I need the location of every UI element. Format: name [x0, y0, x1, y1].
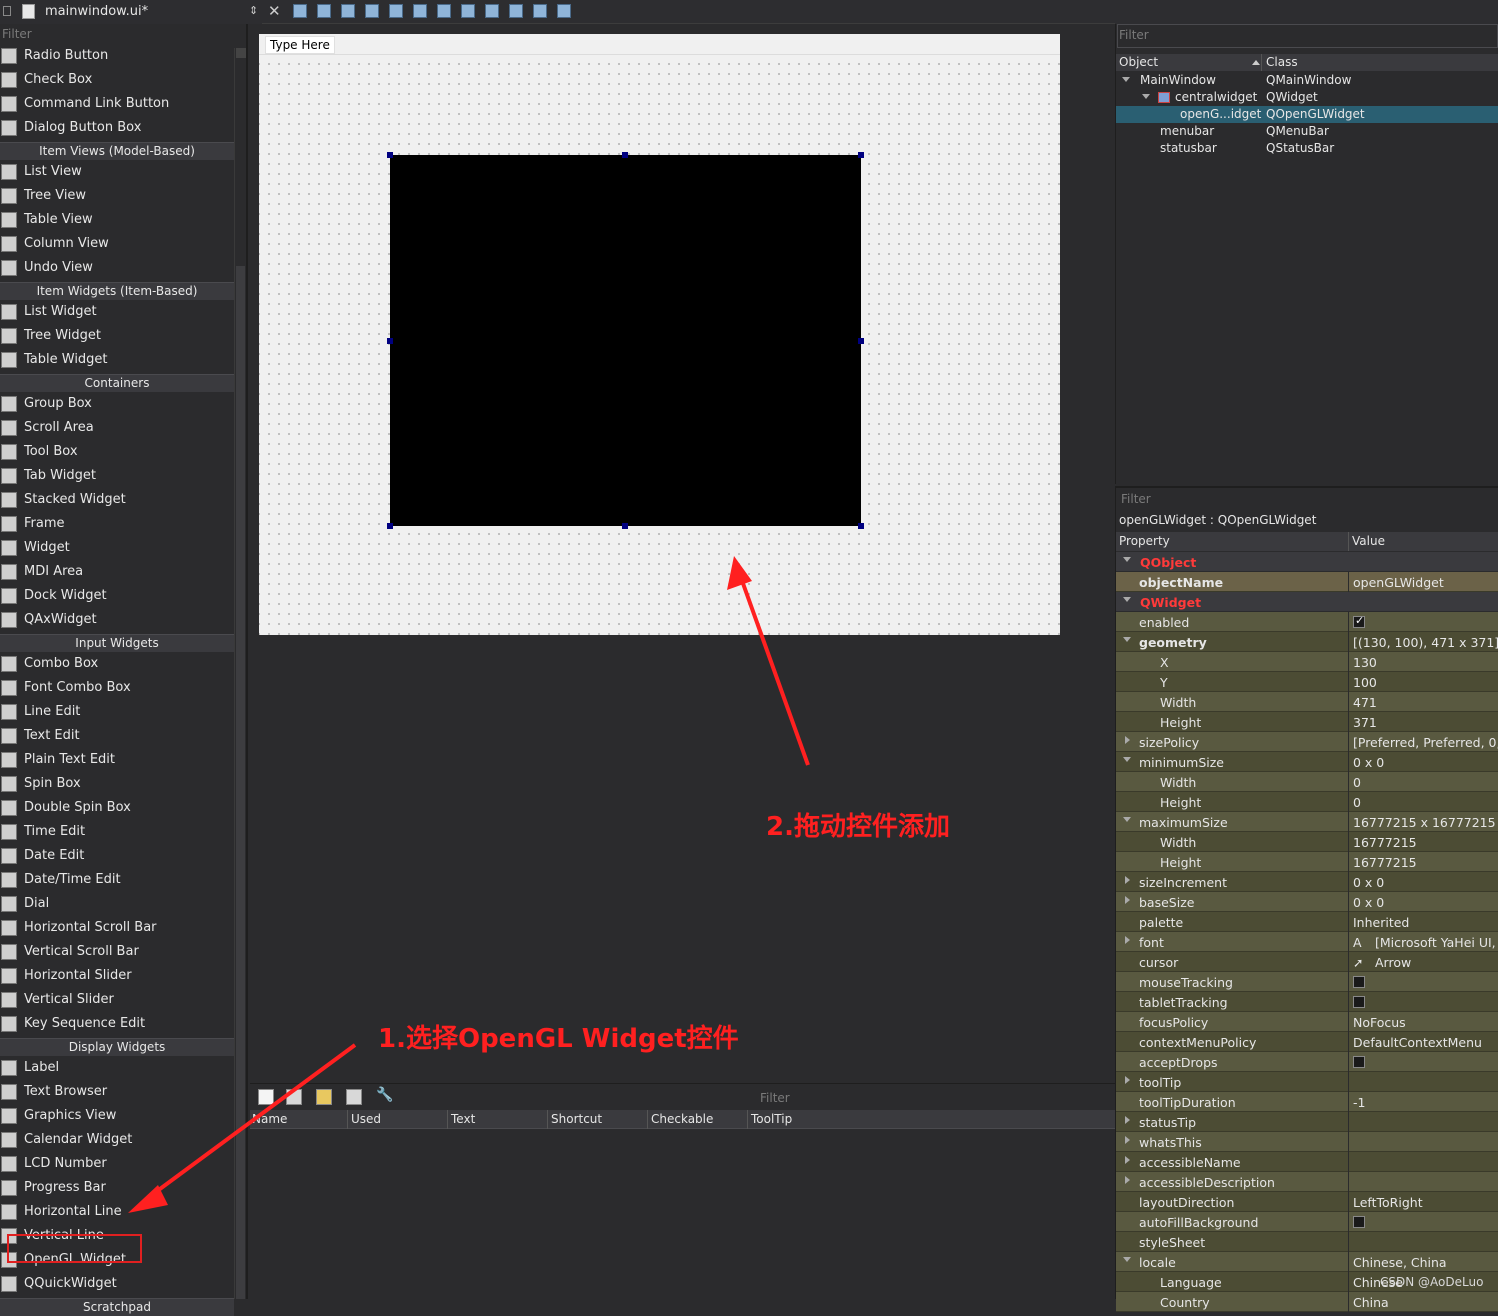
watermark: CSDN @AoDeLuo	[1380, 1275, 1484, 1289]
annotation-step1: 1.选择OpenGL Widget控件	[378, 1024, 739, 1054]
opengl-highlight-box	[7, 1234, 142, 1263]
arrow-line-1	[143, 1043, 357, 1202]
annotation-step2: 2.拖动控件添加	[766, 812, 950, 842]
arrow-head-2	[727, 556, 752, 590]
widget-category[interactable]: Scratchpad	[0, 1298, 234, 1316]
arrow-line-2	[738, 574, 810, 766]
annotation-arrows	[128, 556, 810, 1213]
